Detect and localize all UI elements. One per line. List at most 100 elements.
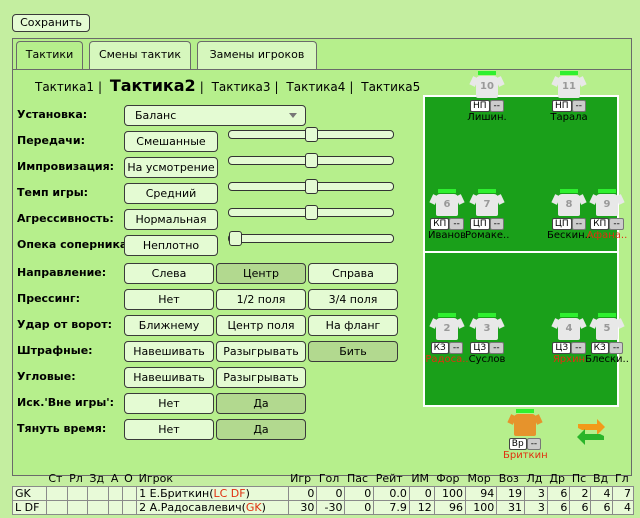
substitute-dropdown[interactable]: -- (489, 100, 505, 112)
shirt-icon: 3 (476, 318, 498, 340)
save-button[interactable]: Сохранить (12, 14, 90, 32)
tab-tactics[interactable]: Тактики (16, 41, 83, 70)
agres-slider[interactable] (228, 205, 394, 220)
substitute-dropdown[interactable]: -- (489, 342, 504, 354)
col-header[interactable]: Ст (46, 472, 67, 486)
opeka-slider[interactable] (228, 231, 394, 246)
player-4[interactable]: 7 ЦП -- Ромаке.. (465, 189, 509, 241)
substitute-dropdown[interactable]: -- (448, 342, 464, 354)
slider-handle[interactable] (229, 231, 242, 246)
player-name[interactable]: А.Радосавлевич (150, 501, 242, 514)
tactic-link-2[interactable]: Тактика2 (110, 76, 196, 95)
time-option-2[interactable]: Да (216, 419, 306, 440)
substitute-dropdown[interactable]: -- (526, 438, 542, 450)
slider-handle[interactable] (305, 179, 318, 194)
table-row[interactable]: GK 1 Е.Бриткин(LC DF) 0 0 0 0.0 0 100 94 19 3 6 2 4 7 (12, 485, 634, 501)
col-header[interactable]: Фор (434, 472, 465, 486)
temp-button[interactable]: Средний (124, 183, 218, 204)
slider-handle[interactable] (305, 153, 318, 168)
col-header[interactable]: Вд (591, 472, 613, 486)
uglovye-option-2[interactable]: Разыгрывать (216, 367, 306, 388)
napr-option-2[interactable]: Центр (216, 263, 306, 284)
cell-stat: 3 (524, 499, 548, 515)
col-header[interactable]: Гл (613, 472, 634, 486)
napr-option-1[interactable]: Слева (124, 263, 214, 284)
col-header[interactable]: Игрок (137, 472, 288, 486)
slider-handle[interactable] (305, 205, 318, 220)
tab-tactic-changes[interactable]: Смены тактик (89, 41, 191, 69)
press-option-2[interactable]: 1/2 поля (216, 289, 306, 310)
substitute-dropdown[interactable]: -- (489, 218, 505, 230)
cell-stat: 0 (316, 485, 346, 501)
substitute-dropdown[interactable]: -- (571, 342, 586, 354)
substitute-dropdown[interactable]: -- (449, 218, 464, 230)
table-row[interactable]: L DF 2 А.Радосавлевич(GK) 30 -30 0 7.9 12 96 100… (12, 499, 634, 515)
uglovye-option-1[interactable]: Навешивать (124, 367, 214, 388)
slider-handle[interactable] (305, 127, 318, 142)
shtraf-option-1[interactable]: Навешивать (124, 341, 214, 362)
substitute-dropdown[interactable]: -- (571, 100, 587, 112)
substitute-dropdown[interactable]: -- (571, 218, 587, 230)
shirt-icon: 8 (558, 194, 580, 216)
col-header[interactable]: Пас (345, 472, 374, 486)
player-8[interactable]: 3 ЦЗ -- Суслов (465, 313, 509, 365)
col-header[interactable]: Пс (570, 472, 591, 486)
player-3[interactable]: 6 КП -- Иванов (425, 189, 469, 241)
improv-button[interactable]: На усмотрение (124, 157, 218, 178)
col-header[interactable]: Мор (466, 472, 497, 486)
ustanovka-select[interactable]: Баланс (124, 105, 306, 126)
tactic-link-5[interactable]: Тактика5 (361, 80, 420, 94)
player-6[interactable]: 9 КП -- Афана.. (585, 189, 629, 241)
udar-option-3[interactable]: На фланг (308, 315, 398, 336)
peredachi-slider[interactable] (228, 127, 394, 142)
cell-stat: -30 (316, 499, 346, 515)
player-10[interactable]: 5 КЗ -- Блески.. (585, 313, 629, 365)
cell-empty (121, 485, 138, 501)
energy-bar (478, 71, 496, 75)
offside-option-1[interactable]: Нет (124, 393, 214, 414)
player-number: 8 (565, 199, 573, 210)
col-header[interactable]: Гол (317, 472, 345, 486)
tactic-link-4[interactable]: Тактика4 (286, 80, 345, 94)
col-header[interactable]: Др (547, 472, 570, 486)
offside-option-2[interactable]: Да (216, 393, 306, 414)
shirt-icon: 7 (476, 194, 498, 216)
energy-bar (560, 313, 578, 317)
col-header[interactable]: А (109, 472, 122, 486)
time-option-1[interactable]: Нет (124, 419, 214, 440)
shtraf-option-3[interactable]: Бить (308, 341, 398, 362)
press-option-3[interactable]: 3/4 поля (308, 289, 398, 310)
tab-substitutions[interactable]: Замены игроков (197, 41, 317, 69)
energy-bar (478, 313, 496, 317)
substitute-dropdown[interactable]: -- (608, 342, 624, 354)
player-1[interactable]: 10 НП -- Лишин. (465, 71, 509, 123)
col-header[interactable]: Лд (525, 472, 548, 486)
col-header[interactable]: Рейт (374, 472, 410, 486)
shtraf-option-2[interactable]: Разыгрывать (216, 341, 306, 362)
col-header[interactable]: Игр (288, 472, 317, 486)
col-header[interactable]: Воз (497, 472, 525, 486)
improv-slider[interactable] (228, 153, 394, 168)
player-2[interactable]: 11 НП -- Тарала (547, 71, 591, 123)
udar-option-2[interactable]: Центр поля (216, 315, 306, 336)
player-number: 3 (483, 323, 491, 334)
temp-slider[interactable] (228, 179, 394, 194)
press-option-1[interactable]: Нет (124, 289, 214, 310)
player-name[interactable]: Е.Бриткин (150, 487, 210, 500)
col-header[interactable]: О (122, 472, 137, 486)
udar-option-1[interactable]: Ближнему (124, 315, 214, 336)
player-11[interactable]: Вр -- Бриткин (503, 409, 547, 461)
tactic-link-3[interactable]: Тактика3 (212, 80, 271, 94)
agres-button[interactable]: Нормальная (124, 209, 218, 230)
napr-option-3[interactable]: Справа (308, 263, 398, 284)
substitute-dropdown[interactable]: -- (609, 218, 624, 230)
swap-icon[interactable] (575, 417, 607, 447)
col-header[interactable]: Рл (67, 472, 87, 486)
player-7[interactable]: 2 КЗ -- Радоса.. (425, 313, 469, 365)
player-number: 9 (603, 199, 611, 210)
opeka-button[interactable]: Неплотно (124, 235, 218, 256)
tactic-link-1[interactable]: Тактика1 (35, 80, 94, 94)
col-header[interactable]: Зд (87, 472, 108, 486)
peredachi-button[interactable]: Смешанные (124, 131, 218, 152)
col-header[interactable]: ИМ (409, 472, 434, 486)
